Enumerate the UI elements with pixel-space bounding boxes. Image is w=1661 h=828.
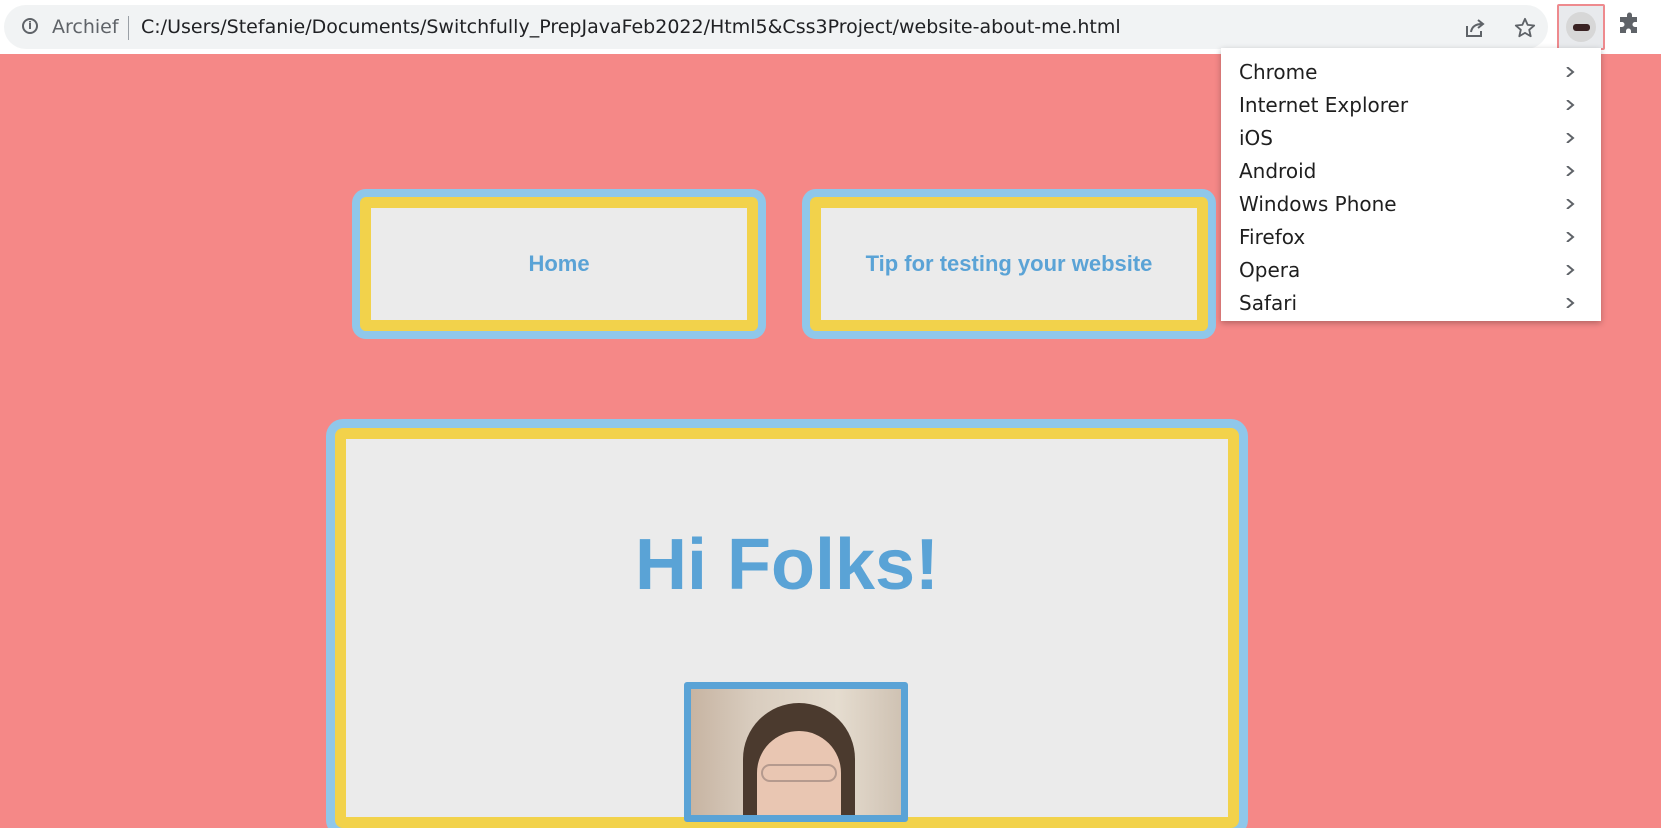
menu-item-firefox[interactable]: Firefox	[1221, 221, 1601, 254]
user-agent-switcher-button[interactable]	[1557, 4, 1605, 50]
info-icon[interactable]: i	[22, 18, 38, 34]
chevron-right-icon	[1566, 298, 1575, 308]
menu-item-opera[interactable]: Opera	[1221, 254, 1601, 287]
url-text[interactable]: C:/Users/Stefanie/Documents/Switchfully_…	[141, 16, 1121, 38]
puzzle-icon[interactable]	[1617, 12, 1641, 36]
menu-item-label: Android	[1239, 159, 1317, 183]
menu-item-label: iOS	[1239, 126, 1273, 150]
browser-toolbar: i Archief C:/Users/Stefanie/Documents/Sw…	[0, 0, 1661, 54]
profile-photo	[684, 682, 908, 822]
chevron-right-icon	[1566, 133, 1575, 143]
chip-divider	[128, 16, 129, 40]
chevron-right-icon	[1566, 67, 1575, 77]
nav-home-button[interactable]: Home	[360, 197, 758, 331]
nav-tip-button[interactable]: Tip for testing your website	[810, 197, 1208, 331]
menu-item-label: Windows Phone	[1239, 192, 1397, 216]
menu-item-ios[interactable]: iOS	[1221, 122, 1601, 155]
star-icon[interactable]	[1514, 17, 1536, 39]
menu-item-chrome[interactable]: Chrome	[1221, 56, 1601, 89]
photo-glasses	[761, 764, 837, 782]
menu-item-windows-phone[interactable]: Windows Phone	[1221, 188, 1601, 221]
chevron-right-icon	[1566, 100, 1575, 110]
mask-icon	[1573, 24, 1590, 31]
address-bar[interactable]: i Archief C:/Users/Stefanie/Documents/Sw…	[4, 5, 1548, 49]
menu-item-internet-explorer[interactable]: Internet Explorer	[1221, 89, 1601, 122]
menu-item-safari[interactable]: Safari	[1221, 287, 1601, 320]
menu-item-label: Safari	[1239, 291, 1298, 315]
chevron-right-icon	[1566, 166, 1575, 176]
site-chip[interactable]: Archief	[52, 16, 119, 38]
chevron-right-icon	[1566, 265, 1575, 275]
page-title: Hi Folks!	[634, 525, 940, 605]
main-card: Hi Folks!	[335, 428, 1239, 828]
menu-item-label: Firefox	[1239, 225, 1306, 249]
nav-home-label: Home	[528, 251, 590, 276]
nav-tip-label: Tip for testing your website	[865, 251, 1153, 276]
menu-item-label: Opera	[1239, 258, 1301, 282]
chevron-right-icon	[1566, 199, 1575, 209]
menu-item-label: Chrome	[1239, 60, 1318, 84]
share-icon[interactable]	[1464, 18, 1486, 38]
menu-item-android[interactable]: Android	[1221, 155, 1601, 188]
chevron-right-icon	[1566, 232, 1575, 242]
user-agent-menu: Chrome Internet Explorer iOS Android Win…	[1221, 48, 1601, 321]
menu-item-label: Internet Explorer	[1239, 93, 1409, 117]
